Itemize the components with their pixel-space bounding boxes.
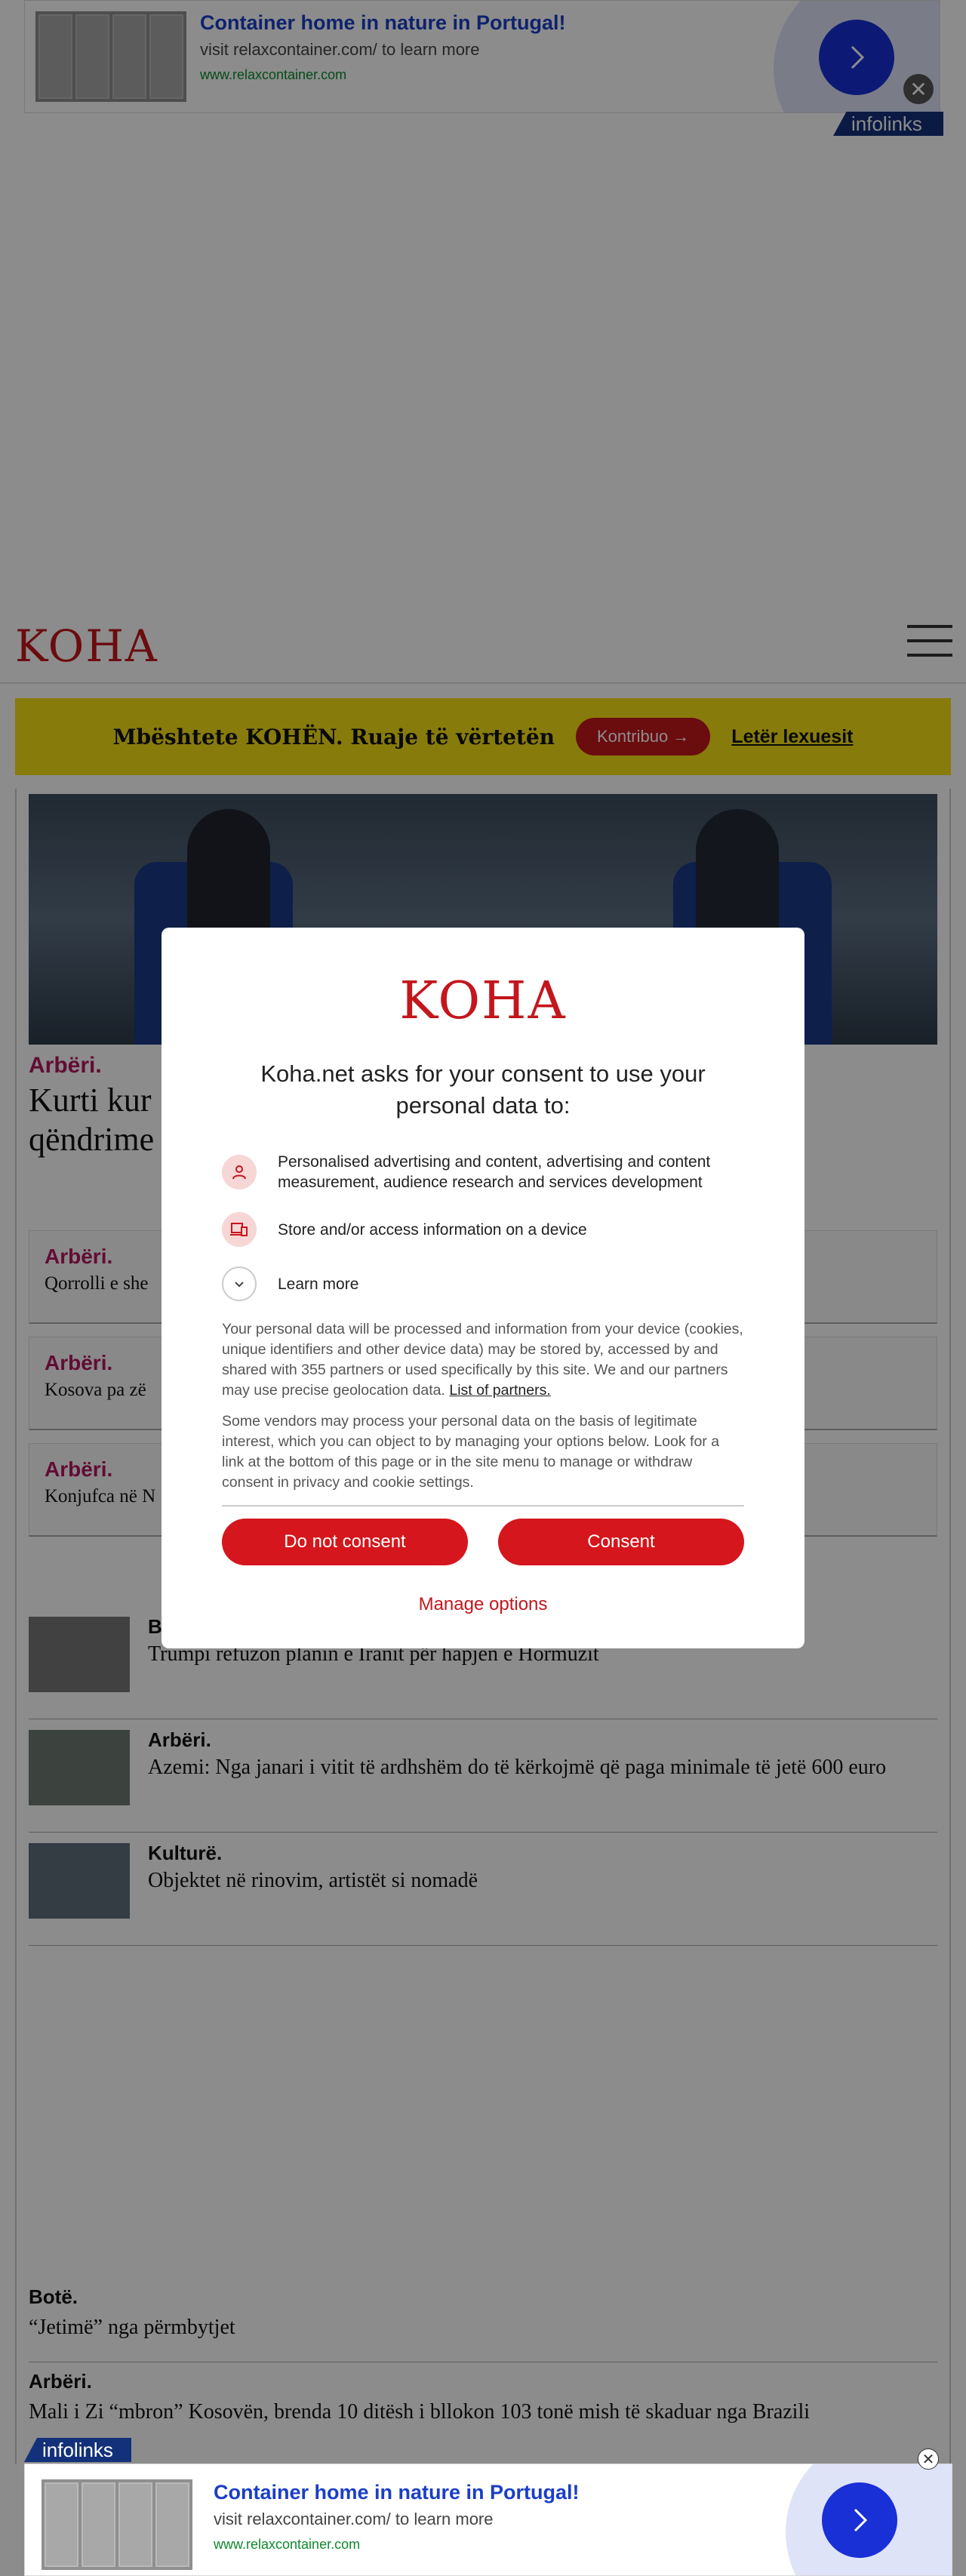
ad-close-button[interactable]: ✕ xyxy=(918,2448,939,2470)
ad-image[interactable] xyxy=(42,2479,192,2570)
consent-buttons: Do not consent Consent xyxy=(222,1518,744,1565)
partners-link[interactable]: List of partners. xyxy=(449,1382,550,1399)
consent-legitimate-interest: Some vendors may process your personal d… xyxy=(222,1413,720,1491)
do-not-consent-button[interactable]: Do not consent xyxy=(222,1518,468,1565)
ad-description: visit relaxcontainer.com/ to learn more xyxy=(214,2510,494,2528)
purpose-item: Personalised advertising and content, ad… xyxy=(222,1152,744,1193)
ad-arrow-button[interactable] xyxy=(822,2482,897,2558)
learn-more-toggle[interactable]: Learn more xyxy=(222,1266,744,1301)
consent-description: Your personal data will be processed and… xyxy=(222,1319,744,1401)
consent-title: Koha.net asks for your consent to use yo… xyxy=(260,1060,706,1119)
bottom-ad-banner[interactable]: Container home in nature in Portugal! vi… xyxy=(24,2464,952,2576)
learn-more-label[interactable]: Learn more xyxy=(278,1274,358,1294)
consent-logo: KOHA xyxy=(399,971,567,1031)
purpose-item: Store and/or access information on a dev… xyxy=(222,1212,744,1247)
infolinks-label[interactable]: infolinks xyxy=(24,2438,131,2462)
consent-button[interactable]: Consent xyxy=(498,1518,744,1565)
purpose-text: Store and/or access information on a dev… xyxy=(278,1220,587,1239)
ad-url[interactable]: www.relaxcontainer.com xyxy=(214,2537,360,2553)
device-icon xyxy=(222,1212,257,1247)
consent-dialog: KOHA Koha.net asks for your consent to u… xyxy=(162,928,804,1648)
chevron-down-icon[interactable] xyxy=(222,1266,257,1301)
person-icon xyxy=(222,1155,257,1190)
ad-title[interactable]: Container home in nature in Portugal! xyxy=(214,2481,580,2504)
chevron-right-icon xyxy=(854,2508,868,2532)
divider xyxy=(222,1505,744,1507)
purpose-text: Personalised advertising and content, ad… xyxy=(278,1153,711,1191)
manage-options-link[interactable]: Manage options xyxy=(222,1594,744,1615)
